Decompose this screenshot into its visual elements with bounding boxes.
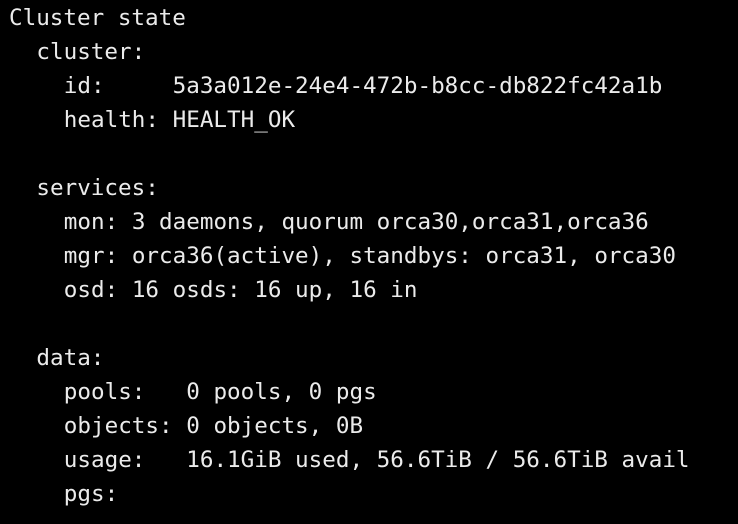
terminal-output: Cluster state cluster: id: 5a3a012e-24e4… (0, 0, 738, 524)
cluster-id-value: 5a3a012e-24e4-472b-b8cc-db822fc42a1b (172, 73, 663, 99)
pools-value: 0 pools, 0 pgs (186, 379, 377, 405)
osd-key: osd: (63, 277, 119, 303)
services-osd-row: osd: 16 osds: 16 up, 16 in (9, 273, 738, 307)
cluster-id-row: id: 5a3a012e-24e4-472b-b8cc-db822fc42a1b (9, 69, 738, 103)
data-usage-row: usage: 16.1GiB used, 56.6TiB / 56.6TiB a… (9, 443, 738, 477)
mon-key: mon: (63, 209, 119, 235)
objects-key: objects: (63, 413, 173, 439)
services-label: services: (36, 175, 159, 201)
services-section-label: services: (9, 171, 738, 205)
data-pgs-row: pgs: (9, 477, 738, 511)
mgr-key: mgr: (63, 243, 119, 269)
data-pools-row: pools: 0 pools, 0 pgs (9, 375, 738, 409)
cluster-section-label: cluster: (9, 35, 738, 69)
data-objects-row: objects: 0 objects, 0B (9, 409, 738, 443)
mon-value: 3 daemons, quorum orca30,orca31,orca36 (131, 209, 649, 235)
osd-value: 16 osds: 16 up, 16 in (131, 277, 418, 303)
pgs-key: pgs: (63, 481, 119, 507)
usage-pad (145, 447, 186, 473)
usage-value: 16.1GiB used, 56.6TiB / 56.6TiB avail (186, 447, 690, 473)
output-heading: Cluster state (9, 1, 738, 35)
heading-text: Cluster state (9, 5, 186, 31)
pools-key: pools: (63, 379, 146, 405)
data-section-label: data: (9, 341, 738, 375)
data-label: data: (36, 345, 105, 371)
objects-value: 0 objects, 0B (186, 413, 364, 439)
cluster-label: cluster: (36, 39, 146, 65)
cluster-id-pad (105, 73, 173, 99)
cluster-health-key: health: (63, 107, 160, 133)
cluster-health-row: health: HEALTH_OK (9, 103, 738, 137)
cluster-health-value: HEALTH_OK (172, 107, 296, 133)
cluster-id-key: id: (63, 73, 105, 99)
usage-key: usage: (63, 447, 146, 473)
services-mgr-row: mgr: orca36(active), standbys: orca31, o… (9, 239, 738, 273)
services-mon-row: mon: 3 daemons, quorum orca30,orca31,orc… (9, 205, 738, 239)
mgr-value: orca36(active), standbys: orca31, orca30 (131, 243, 676, 269)
pools-pad (145, 379, 186, 405)
